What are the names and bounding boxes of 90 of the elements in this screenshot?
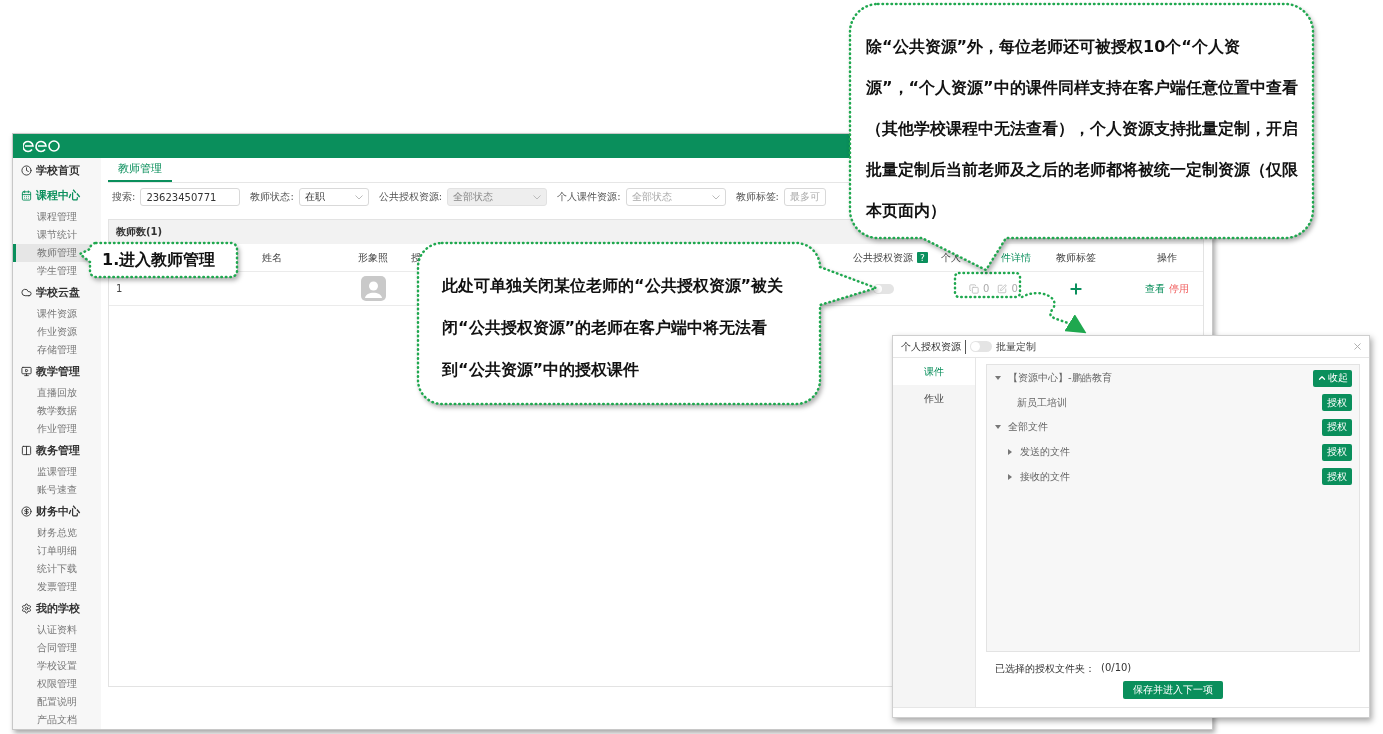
filter-label: 公共授权资源: — [378, 190, 443, 204]
tab[interactable]: 教师管理 — [108, 158, 172, 182]
caret-icon[interactable] — [995, 375, 1001, 382]
settings-icon — [21, 603, 32, 614]
tree-item-label[interactable]: 【资源中心】-鹏皓教育 — [1008, 371, 1313, 386]
sidebar-item[interactable]: 统计下载 — [13, 560, 101, 578]
sidebar-item[interactable]: 账号速查 — [13, 481, 101, 499]
sidebar-item[interactable]: 权限管理 — [13, 675, 101, 693]
sidebar-heading[interactable]: 我的学校 — [36, 601, 80, 616]
sidebar-item[interactable]: 存储管理 — [13, 341, 101, 359]
toggle-switch[interactable] — [873, 283, 894, 294]
column-header: 形象照 — [358, 250, 388, 265]
grant-button[interactable]: 授权 — [1322, 468, 1352, 486]
sidebar-item[interactable]: 作业管理 — [13, 420, 101, 438]
column-header-link[interactable]: 件详情 — [1001, 250, 1031, 265]
filter-label: 教师标签: — [735, 190, 779, 204]
sidebar-heading[interactable]: 教学管理 — [36, 364, 80, 379]
sidebar-item[interactable]: 课节统计 — [13, 226, 101, 244]
sidebar-item[interactable]: 学校设置 — [13, 657, 101, 675]
sidebar-item[interactable]: 配置说明 — [13, 693, 101, 711]
grant-button[interactable]: 授权 — [1322, 419, 1352, 436]
sidebar-item[interactable]: 作业资源 — [13, 323, 101, 341]
help-badge[interactable]: ? — [917, 252, 928, 263]
sidebar-item[interactable]: 认证资料 — [13, 621, 101, 639]
monitor-icon — [21, 366, 32, 377]
select-field[interactable]: 全部状态 — [625, 188, 726, 206]
sidebar-item[interactable]: 直播回放 — [13, 384, 101, 402]
toggle-label: 批量定制 — [996, 339, 1037, 354]
sidebar-item[interactable]: 课程管理 — [13, 208, 101, 226]
sidebar-item[interactable]: 产品文档 — [13, 711, 101, 729]
disable-link[interactable]: 停用 — [1169, 281, 1189, 296]
column-header: 教师标签 — [1056, 250, 1096, 265]
dialog-title: 个人授权资源 — [901, 339, 966, 354]
tree-item-label[interactable]: 发送的文件 — [1020, 445, 1322, 460]
sidebar-item[interactable]: 合同管理 — [13, 639, 101, 657]
column-header: 操作 — [1157, 250, 1177, 265]
collapse-button[interactable]: 收起 — [1313, 369, 1352, 387]
tab[interactable]: 课件 — [893, 358, 975, 385]
calendar-icon — [21, 190, 32, 201]
sidebar-heading[interactable]: 学校首页 — [36, 163, 80, 178]
sidebar-item[interactable]: 财务总览 — [13, 524, 101, 542]
callout-text: 此处可单独关闭某位老师的“公共授权资源”被关闭“公共授权资源”的老师在客户端中将无法看到“公共资源”中的授权课件 — [442, 275, 785, 381]
grant-button[interactable]: 授权 — [1322, 394, 1352, 412]
selected-label: 已选择的授权文件夹： — [995, 662, 1095, 676]
caret-icon[interactable] — [1007, 473, 1013, 480]
chevron-down-icon — [533, 194, 542, 200]
sidebar-item[interactable]: 订单明细 — [13, 542, 101, 560]
coin-icon — [21, 506, 32, 517]
cloud-icon — [21, 287, 32, 298]
save-button[interactable]: 保存并进入下一项 — [1123, 681, 1223, 699]
grant-button[interactable]: 授权 — [1322, 443, 1352, 461]
sidebar-heading[interactable]: 课程中心 — [36, 188, 80, 203]
sidebar-item[interactable]: 发票管理 — [13, 578, 101, 596]
select-field[interactable]: 在职 — [298, 188, 369, 206]
selected-count: (0/10) — [1101, 662, 1132, 675]
filter-label: 搜索: — [112, 190, 136, 204]
sidebar-heading[interactable]: 教务管理 — [36, 443, 80, 458]
column-header: 公共授权资源 — [853, 250, 913, 265]
callout-text: 除“公共资源”外，每位老师还可被授权10个“个人资源”，“个人资源”中的课件同样支持在客户端任意位置中查看（其他学校课程中无法查看），个人资源支持批量定制，开启批量定制后当前老师及之后的老师都将被统一定制资源（仅限本页面内） — [866, 36, 1299, 222]
input-field[interactable]: 23623450771 — [140, 188, 241, 206]
tree-item-label[interactable]: 新员工培训 — [1017, 395, 1322, 410]
sidebar-heading[interactable]: 财务中心 — [36, 504, 80, 519]
sidebar-item[interactable]: 教学数据 — [13, 402, 101, 420]
close-icon[interactable] — [1352, 341, 1363, 352]
add-icon[interactable] — [1068, 280, 1084, 297]
avatar-icon — [360, 276, 386, 301]
caret-icon[interactable] — [1007, 449, 1013, 456]
view-link[interactable]: 查看 — [1145, 281, 1165, 296]
table-cell: 1 — [116, 283, 123, 294]
chevron-down-icon — [354, 194, 363, 200]
sidebar-item[interactable]: 监课管理 — [13, 463, 101, 481]
clock-icon — [21, 165, 32, 176]
count-text: 0 — [983, 283, 990, 294]
tab[interactable]: 作业 — [893, 385, 975, 412]
caret-icon[interactable] — [995, 424, 1001, 431]
dotted-arrow — [1020, 291, 1087, 333]
sidebar-heading[interactable]: 学校云盘 — [36, 285, 80, 300]
logo-icon — [23, 139, 61, 153]
tree-item-label[interactable]: 全部文件 — [1008, 420, 1322, 435]
filter-label: 教师状态: — [250, 190, 294, 204]
column-header: 姓名 — [262, 250, 282, 265]
sidebar-item[interactable]: 课件资源 — [13, 305, 101, 323]
callout-text: 1.进入教师管理 — [102, 249, 217, 271]
count-text: 0 — [1011, 283, 1018, 294]
tree-item-label[interactable]: 接收的文件 — [1020, 469, 1322, 484]
toggle-switch[interactable] — [970, 341, 992, 352]
columns-icon — [21, 445, 32, 456]
chevron-down-icon — [711, 194, 720, 200]
filter-label: 个人课件资源: — [557, 190, 621, 204]
input-field[interactable]: 最多可 — [783, 188, 826, 206]
